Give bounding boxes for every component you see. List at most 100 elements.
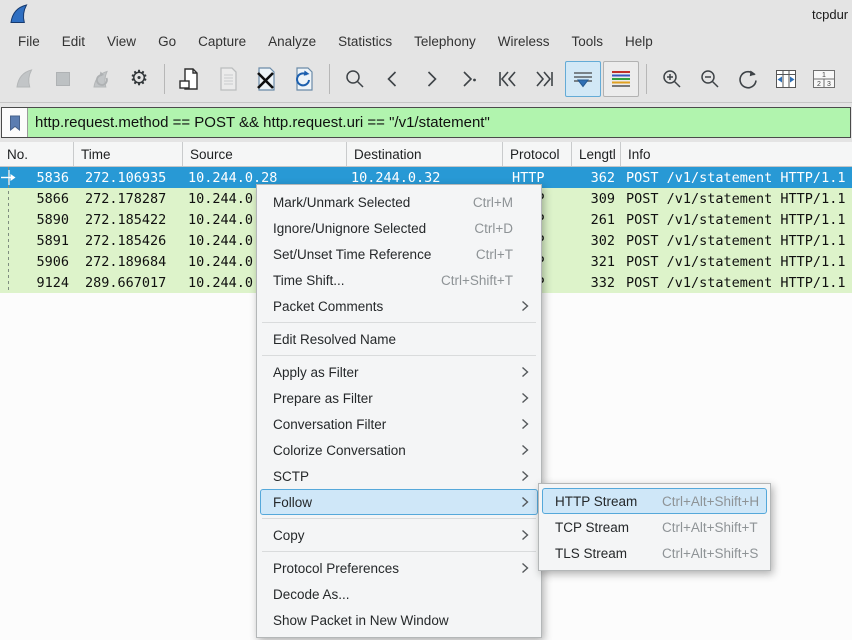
- cell-no: 5891: [0, 230, 74, 251]
- open-file-button[interactable]: [172, 61, 208, 97]
- context-menu-item-set-unset-time-reference[interactable]: Set/Unset Time Reference Ctrl+T: [260, 241, 538, 267]
- context-menu-item-shortcut: Ctrl+T: [476, 247, 513, 262]
- menubar-item-capture[interactable]: Capture: [187, 30, 257, 53]
- zoom-in-button[interactable]: [654, 61, 690, 97]
- first-packet-icon: [495, 69, 519, 89]
- menubar-item-telephony[interactable]: Telephony: [403, 30, 487, 53]
- goto-packet-icon: [458, 69, 480, 89]
- filter-bookmark-icon[interactable]: [2, 108, 28, 137]
- context-menu-item-prepare-as-filter[interactable]: Prepare as Filter: [260, 385, 538, 411]
- display-filter-field[interactable]: http.request.method == POST && http.requ…: [1, 107, 851, 138]
- menubar-item-help[interactable]: Help: [614, 30, 664, 53]
- follow-submenu-item-shortcut: Ctrl+Alt+Shift+H: [662, 494, 759, 509]
- context-menu-separator: [262, 355, 536, 356]
- layout-button[interactable]: 123: [806, 61, 842, 97]
- reload-file-button[interactable]: [286, 61, 322, 97]
- menubar-item-edit[interactable]: Edit: [51, 30, 96, 53]
- context-menu-item-label: Follow: [273, 495, 312, 510]
- find-packet-button[interactable]: [337, 61, 373, 97]
- follow-submenu-item-label: TLS Stream: [555, 546, 652, 561]
- context-menu-item-ignore-unignore-selected[interactable]: Ignore/Unignore SelectedCtrl+D: [260, 215, 538, 241]
- follow-submenu-item-tcp-stream[interactable]: TCP StreamCtrl+Alt+Shift+T: [542, 514, 767, 540]
- goto-packet-button[interactable]: [451, 61, 487, 97]
- capture-options-icon: ⚙: [130, 68, 149, 89]
- capture-options-button[interactable]: ⚙: [121, 61, 157, 97]
- column-header-source[interactable]: Source: [183, 142, 347, 166]
- follow-submenu-item-tls-stream[interactable]: TLS StreamCtrl+Alt+Shift+S: [542, 540, 767, 566]
- toolbar-separator: [329, 64, 330, 94]
- context-menu-item-edit-resolved-name[interactable]: Edit Resolved Name: [260, 326, 538, 352]
- context-menu-item-label: Prepare as Filter: [273, 391, 373, 406]
- follow-submenu-item-http-stream[interactable]: HTTP Stream Ctrl+Alt+Shift+H: [542, 488, 767, 514]
- menubar-item-tools[interactable]: Tools: [560, 30, 614, 53]
- display-filter-input[interactable]: http.request.method == POST && http.requ…: [28, 108, 850, 137]
- menubar-item-file[interactable]: File: [7, 30, 51, 53]
- context-menu-item-apply-as-filter[interactable]: Apply as Filter: [260, 359, 538, 385]
- context-menu-item-shortcut: Ctrl+Shift+T: [441, 273, 513, 288]
- colorize-button[interactable]: [603, 61, 639, 97]
- close-file-button[interactable]: [248, 61, 284, 97]
- menubar-item-statistics[interactable]: Statistics: [327, 30, 403, 53]
- context-menu-item-label: SCTP: [273, 469, 309, 484]
- close-file-icon: [253, 66, 279, 92]
- cell-length: 309: [572, 188, 621, 209]
- resize-columns-button[interactable]: [768, 61, 804, 97]
- context-menu-item-decode-as[interactable]: Decode As...: [260, 581, 538, 607]
- first-packet-button[interactable]: [489, 61, 525, 97]
- context-menu-item-mark-unmark-selected[interactable]: Mark/Unmark SelectedCtrl+M: [260, 189, 538, 215]
- svg-text:1: 1: [822, 72, 826, 79]
- menubar-item-go[interactable]: Go: [147, 30, 187, 53]
- toolbar-separator: [164, 64, 165, 94]
- cell-time: 272.185422: [74, 209, 183, 230]
- cell-info: POST /v1/statement HTTP/1.1: [621, 188, 852, 209]
- menubar-item-wireless[interactable]: Wireless: [487, 30, 561, 53]
- context-menu-item-time-shift[interactable]: Time Shift...Ctrl+Shift+T: [260, 267, 538, 293]
- column-header-time[interactable]: Time: [74, 142, 183, 166]
- zoom-reset-button[interactable]: [730, 61, 766, 97]
- context-menu-item-conversation-filter[interactable]: Conversation Filter: [260, 411, 538, 437]
- toolbar-separator: [646, 64, 647, 94]
- filter-bar: http.request.method == POST && http.requ…: [0, 103, 852, 142]
- cell-info: POST /v1/statement HTTP/1.1: [621, 230, 852, 251]
- column-header-destination[interactable]: Destination: [347, 142, 503, 166]
- layout-icon: 123: [810, 67, 838, 91]
- follow-submenu-item-label: HTTP Stream: [555, 494, 652, 509]
- context-menu-item-label: Show Packet in New Window: [273, 613, 449, 628]
- context-menu-item-protocol-preferences[interactable]: Protocol Preferences: [260, 555, 538, 581]
- toolbar: ⚙ 123: [0, 55, 852, 103]
- context-menu-item-colorize-conversation[interactable]: Colorize Conversation: [260, 437, 538, 463]
- svg-text:2: 2: [817, 80, 821, 87]
- context-menu-item-show-packet-in-new-window[interactable]: Show Packet in New Window: [260, 607, 538, 633]
- context-menu-item-label: Ignore/Unignore Selected: [273, 221, 426, 236]
- context-menu-item-label: Packet Comments: [273, 299, 383, 314]
- context-menu-item-copy[interactable]: Copy: [260, 522, 538, 548]
- zoom-out-button[interactable]: [692, 61, 728, 97]
- context-menu-item-packet-comments[interactable]: Packet Comments: [260, 293, 538, 319]
- svg-text:3: 3: [827, 80, 831, 87]
- submenu-arrow-icon: [521, 366, 529, 378]
- zoom-reset-icon: [736, 67, 760, 91]
- cell-info: POST /v1/statement HTTP/1.1: [621, 251, 852, 272]
- autoscroll-button[interactable]: [565, 61, 601, 97]
- context-menu-item-label: Mark/Unmark Selected: [273, 195, 410, 210]
- cell-length: 261: [572, 209, 621, 230]
- context-menu-item-label: Set/Unset Time Reference: [273, 247, 431, 262]
- last-packet-button[interactable]: [527, 61, 563, 97]
- capture-stop-icon: [50, 66, 76, 92]
- menubar-item-analyze[interactable]: Analyze: [257, 30, 327, 53]
- context-menu-item-label: Protocol Preferences: [273, 561, 399, 576]
- open-file-icon: [177, 66, 203, 92]
- column-header-lengtl[interactable]: Lengtl: [572, 142, 621, 166]
- column-header-no[interactable]: No.: [0, 142, 74, 166]
- cell-no: 9124: [0, 272, 74, 293]
- cell-length: 362: [572, 167, 621, 188]
- menubar-item-view[interactable]: View: [96, 30, 147, 53]
- capture-start-icon: [12, 66, 38, 92]
- next-packet-button[interactable]: [413, 61, 449, 97]
- column-header-info[interactable]: Info: [621, 142, 852, 166]
- column-header-protocol[interactable]: Protocol: [503, 142, 572, 166]
- context-menu-item-follow[interactable]: Follow: [260, 489, 538, 515]
- capture-restart-button: [83, 61, 119, 97]
- context-menu-item-sctp[interactable]: SCTP: [260, 463, 538, 489]
- previous-packet-button[interactable]: [375, 61, 411, 97]
